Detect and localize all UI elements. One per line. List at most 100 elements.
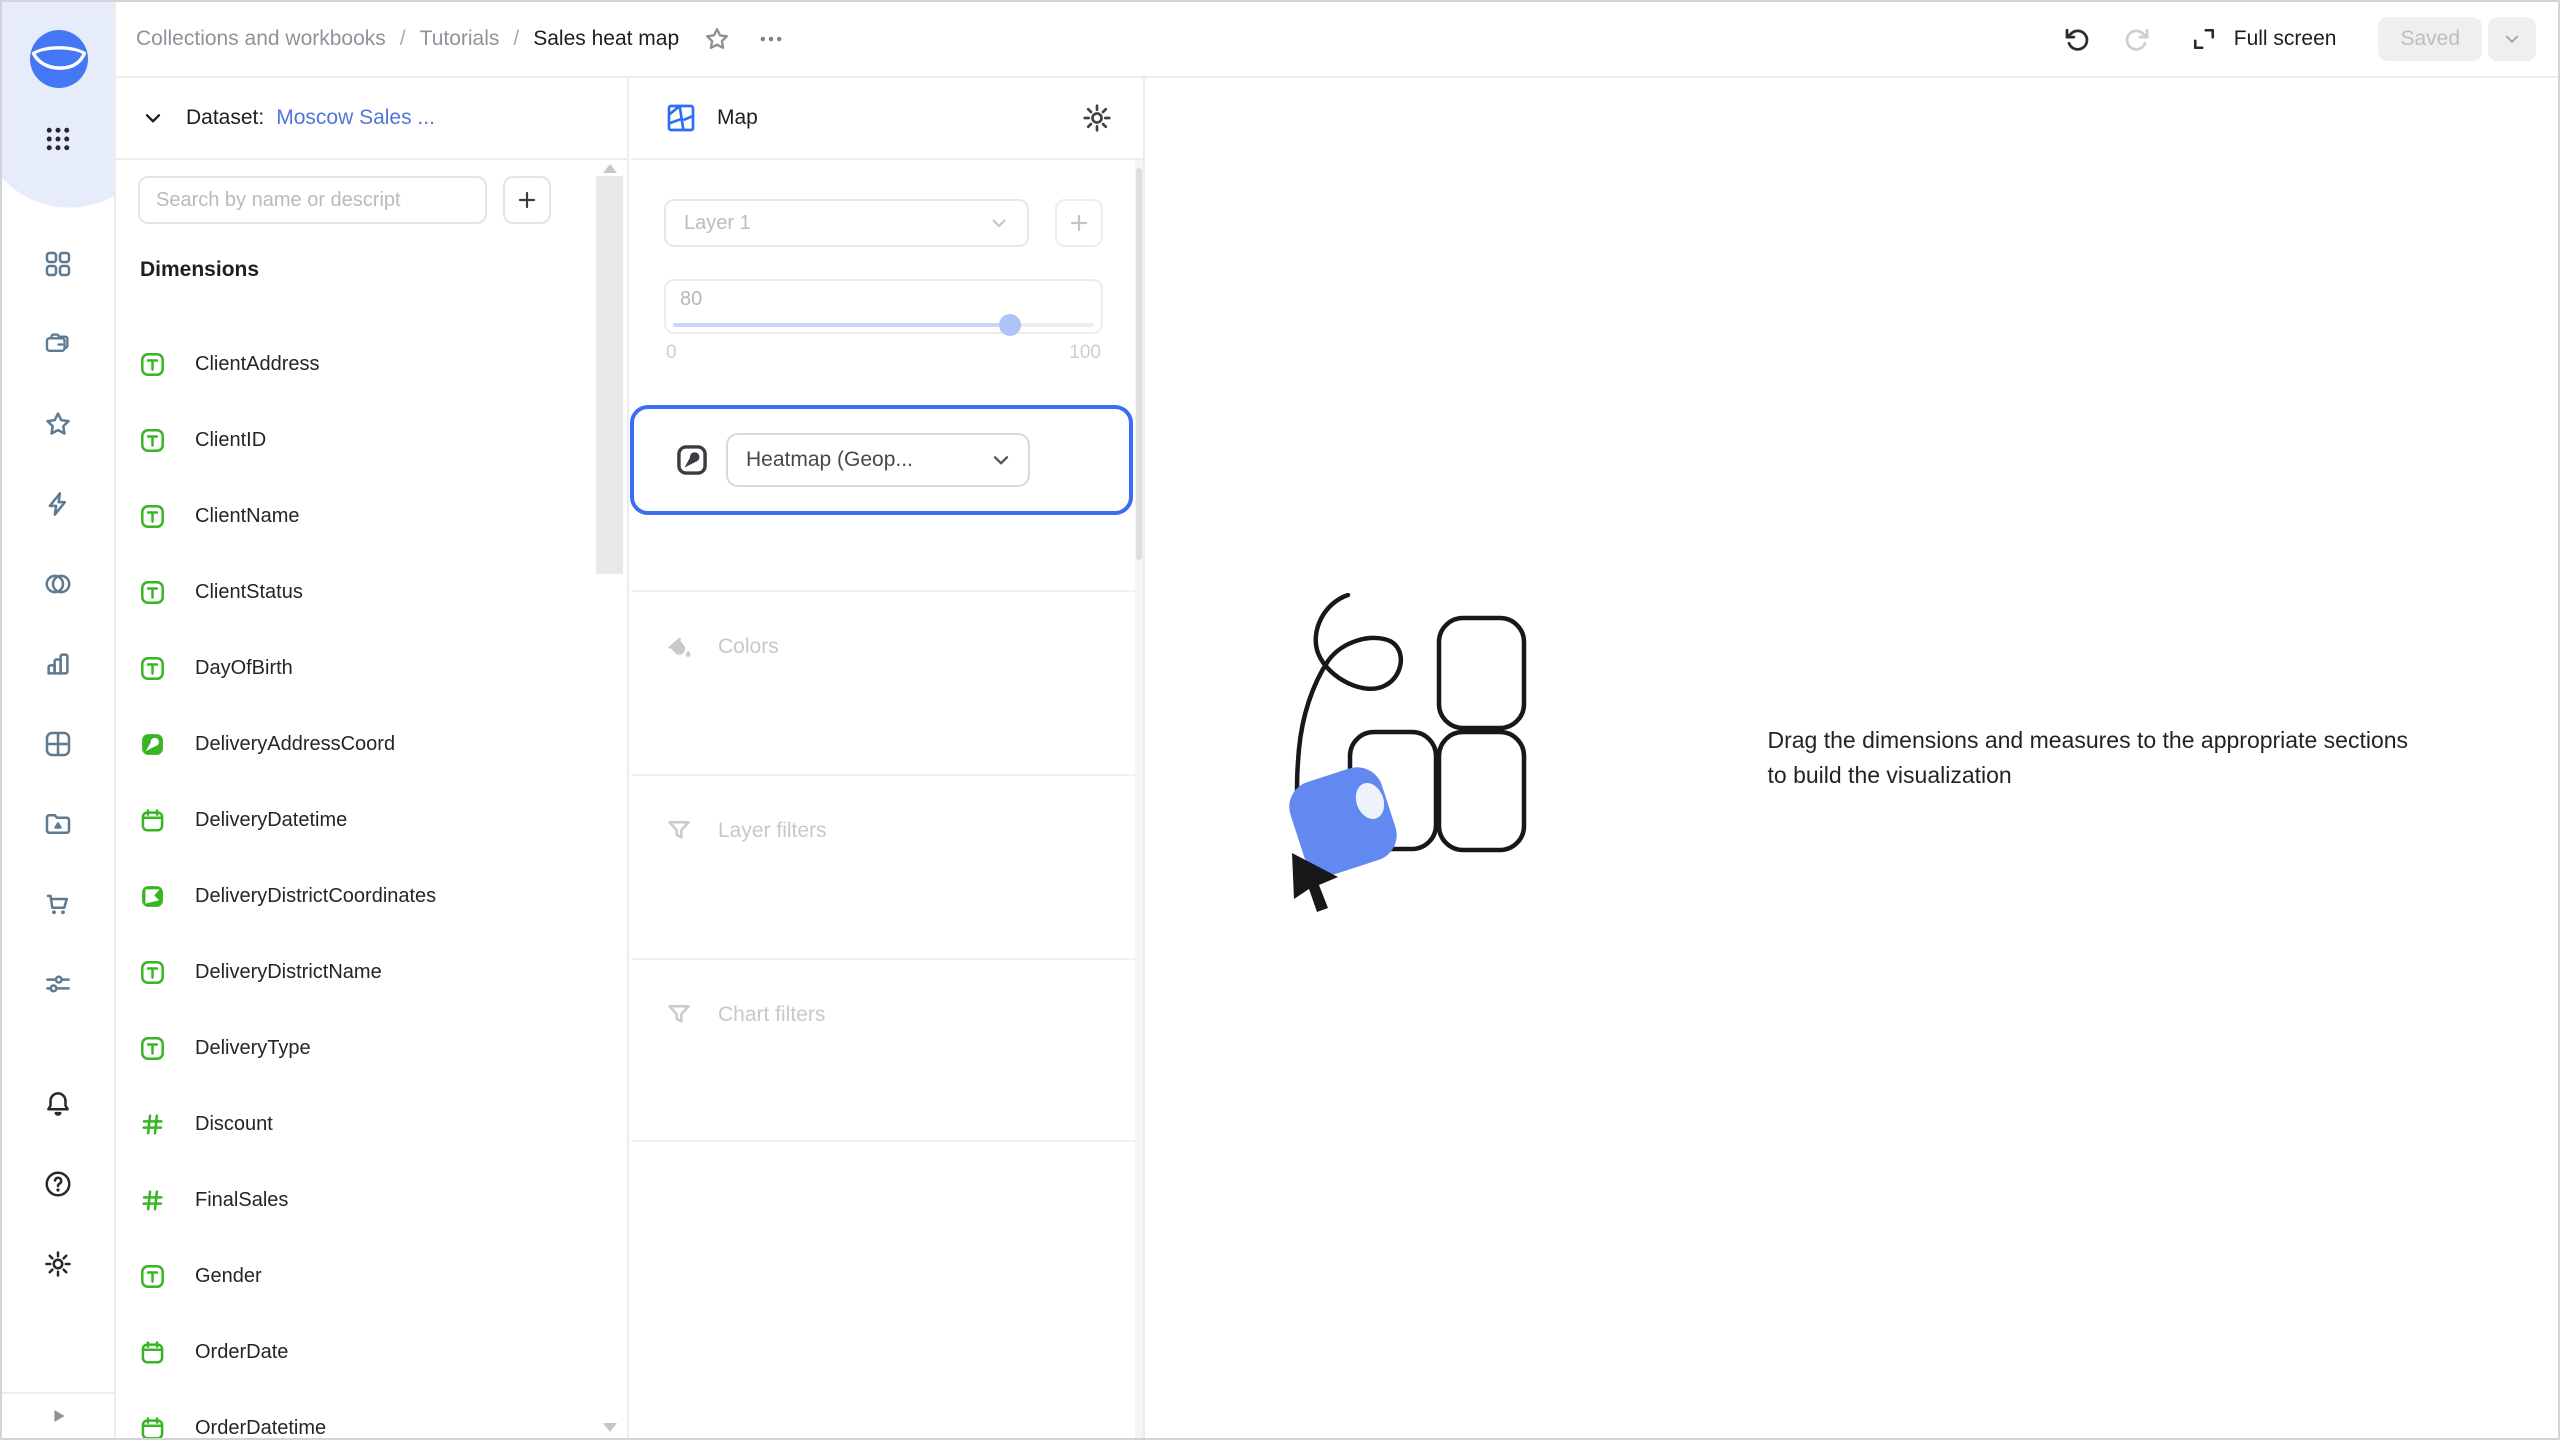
scroll-up-arrow-icon[interactable] <box>603 164 617 173</box>
field-text-icon <box>140 960 165 985</box>
field-item[interactable]: DeliveryDistrictCoordinates <box>138 858 603 934</box>
field-date-icon <box>140 808 165 833</box>
full-screen-button[interactable]: Full screen <box>2190 25 2336 53</box>
field-item[interactable]: ClientAddress <box>138 326 603 402</box>
field-number-icon <box>140 1112 165 1137</box>
field-item[interactable]: ClientID <box>138 402 603 478</box>
save-menu-button[interactable] <box>2488 17 2536 61</box>
opacity-value: 80 <box>680 288 703 310</box>
field-item[interactable]: Discount <box>138 1086 603 1162</box>
field-label: DeliveryDistrictName <box>195 960 382 983</box>
geotype-drop-zone[interactable]: Heatmap (Geop... <box>630 405 1133 515</box>
field-item[interactable]: DayOfBirth <box>138 630 603 706</box>
field-date-icon <box>140 1416 165 1438</box>
field-label: ClientStatus <box>195 580 303 603</box>
field-label: OrderDate <box>195 1340 289 1363</box>
field-label: DayOfBirth <box>195 656 293 679</box>
play-icon <box>47 1405 69 1427</box>
sidebar-item-squares-grid[interactable] <box>43 249 73 279</box>
sidebar-item-help[interactable] <box>43 1169 73 1199</box>
field-geopoint-icon <box>140 732 165 757</box>
sidebar-item-bar-chart[interactable] <box>43 649 73 679</box>
breadcrumb-item[interactable]: Tutorials <box>420 27 500 51</box>
field-item[interactable]: DeliveryDistrictName <box>138 934 603 1010</box>
scrollbar-thumb[interactable] <box>596 176 623 574</box>
field-item[interactable]: ClientStatus <box>138 554 603 630</box>
field-label: Gender <box>195 1264 262 1287</box>
sidebar-expand-button[interactable] <box>2 1392 114 1438</box>
expand-icon <box>2190 25 2218 53</box>
visualization-header: Map <box>631 78 1143 160</box>
funnel-icon <box>664 816 694 846</box>
layer-row: Layer 1 <box>664 199 1103 247</box>
field-item[interactable]: OrderDatetime <box>138 1390 603 1438</box>
field-label: DeliveryType <box>195 1036 311 1059</box>
field-item[interactable]: DeliveryType <box>138 1010 603 1086</box>
map-icon[interactable] <box>665 102 697 134</box>
opacity-slider-fill <box>673 323 1010 327</box>
opacity-slider-track[interactable] <box>673 314 1094 336</box>
sidebar-item-star[interactable] <box>43 409 73 439</box>
field-item[interactable]: DeliveryDatetime <box>138 782 603 858</box>
collapse-dataset-icon[interactable] <box>140 105 166 131</box>
field-text-icon <box>140 504 165 529</box>
sidebar-item-gear[interactable] <box>43 1249 73 1279</box>
scrollbar-thumb[interactable] <box>1136 168 1142 560</box>
sidebar-item-layout-grid[interactable] <box>43 729 73 759</box>
scroll-down-arrow-icon[interactable] <box>603 1423 617 1432</box>
plus-icon <box>1066 210 1092 236</box>
breadcrumb-item[interactable]: Collections and workbooks <box>136 27 386 51</box>
saved-button[interactable]: Saved <box>2378 17 2482 61</box>
sidebar-item-folder-media[interactable] <box>43 809 73 839</box>
dataset-label: Dataset: <box>186 106 265 129</box>
panel-scrollbar[interactable] <box>1135 160 1143 1438</box>
chart-canvas: Drag the dimensions and measures to the … <box>1147 78 2558 1438</box>
dimensions-title: Dimensions <box>140 258 260 281</box>
section-label: Layer filters <box>718 819 827 842</box>
sidebar-item-bell[interactable] <box>43 1089 73 1119</box>
paint-bucket-icon <box>664 632 694 662</box>
opacity-scale-labels: 0 100 <box>664 342 1103 364</box>
field-text-icon <box>140 428 165 453</box>
section-chart-filters[interactable]: Chart filters <box>631 958 1143 1142</box>
add-layer-button[interactable] <box>1055 199 1103 247</box>
sidebar-item-tune-sliders[interactable] <box>43 969 73 999</box>
add-field-button[interactable] <box>503 176 551 224</box>
field-search-input[interactable] <box>138 176 487 224</box>
section-layer-filters[interactable]: Layer filters <box>631 774 1143 958</box>
field-text-icon <box>140 580 165 605</box>
field-item[interactable]: ClientName <box>138 478 603 554</box>
fields-scrollbar[interactable] <box>596 164 623 1432</box>
sidebar-item-lightning[interactable] <box>43 489 73 519</box>
sidebar-item-collections[interactable] <box>43 329 73 359</box>
opacity-slider-handle[interactable] <box>998 314 1021 336</box>
chevron-down-icon <box>988 447 1014 473</box>
field-item[interactable]: OrderDate <box>138 1314 603 1390</box>
layer-select-value: Layer 1 <box>684 211 751 234</box>
opacity-max-label: 100 <box>1069 342 1101 363</box>
dimensions-list: ClientAddress ClientID ClientName ClientSta… <box>138 326 603 1438</box>
field-text-icon <box>140 352 165 377</box>
field-item[interactable]: DeliveryAddressCoord <box>138 706 603 782</box>
field-item[interactable]: Gender <box>138 1238 603 1314</box>
geotype-select[interactable]: Heatmap (Geop... <box>726 433 1030 487</box>
section-colors[interactable]: Colors <box>631 590 1143 774</box>
dataset-name-link[interactable]: Moscow Sales ... <box>276 106 435 130</box>
map-settings-gear-icon[interactable] <box>1081 102 1113 134</box>
field-label: DeliveryDistrictCoordinates <box>195 884 437 907</box>
field-label: OrderDatetime <box>195 1416 327 1439</box>
datalens-logo[interactable] <box>30 30 88 88</box>
section-row: Chart filters <box>664 1000 1143 1030</box>
sidebar-item-cart[interactable] <box>43 889 73 919</box>
field-item[interactable]: FinalSales <box>138 1162 603 1238</box>
layer-select[interactable]: Layer 1 <box>664 199 1029 247</box>
more-menu-icon[interactable] <box>757 25 785 53</box>
section-row: Layer filters <box>664 816 1143 846</box>
undo-button[interactable] <box>2062 24 2092 54</box>
field-label: ClientName <box>195 504 300 527</box>
apps-grid-icon[interactable] <box>43 124 73 154</box>
redo-button[interactable] <box>2122 24 2152 54</box>
sidebar-item-overlapping-circles[interactable] <box>43 569 73 599</box>
favorite-star-icon[interactable] <box>703 25 731 53</box>
visualization-title: Map <box>717 106 758 129</box>
